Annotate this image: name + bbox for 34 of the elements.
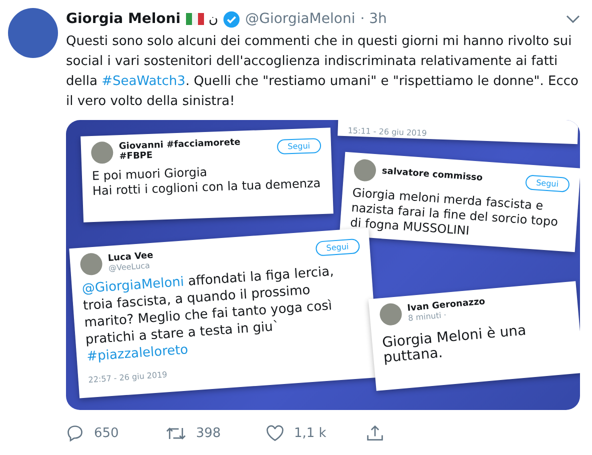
tweet-date: 22:57 - 26 giu 2019 [88, 370, 168, 385]
share-icon[interactable] [366, 424, 384, 442]
comment-text: Giorgia Meloni è una puttana. [382, 322, 528, 366]
avatar [90, 141, 114, 164]
user-name: Giovanni #facciamorete #FBPE [118, 136, 242, 162]
user-name: salvatore commisso [382, 166, 484, 186]
author-handle[interactable]: @GiorgiaMeloni [245, 11, 356, 27]
user-name: Luca Vee [108, 249, 155, 264]
user-handle: @VeeLuca [108, 260, 152, 272]
follow-button: Segui [276, 138, 322, 154]
heart-icon[interactable] [266, 424, 284, 442]
flag-icon [186, 13, 204, 25]
comment-text: E poi muori Giorgia Hai rotti i coglioni con la tua demenza [92, 164, 322, 199]
retweet-icon[interactable] [166, 424, 186, 442]
action-count: 1,1 k [294, 426, 326, 440]
avatar [378, 302, 403, 326]
image-collage[interactable] [66, 120, 580, 410]
reply-icon[interactable] [66, 424, 84, 442]
hashtag-link[interactable]: #SeaWatch3 [102, 74, 186, 89]
tweet-text: Questi sono solo alcuni dei commenti che in questi giorni mi hanno rivolto sui social i vari sostenitori dell'accoglienza indiscriminata relativamente ai fatti della #SeaWatch3. Quelli che "restiamo umani" e "rispettiamo le donne". Ecco il vero volto della sinistra! [66, 33, 580, 111]
avatar[interactable] [8, 8, 58, 58]
avatar [80, 252, 103, 276]
author-name[interactable]: Giorgia Meloni [66, 11, 181, 27]
author-emoji: ن [208, 12, 218, 26]
avatar [353, 158, 377, 182]
mention-link: @GiorgiaMeloni [81, 274, 184, 297]
action-count: 650 [94, 426, 119, 440]
action-count: 398 [196, 426, 221, 440]
chevron-icon[interactable] [566, 15, 580, 23]
verified-icon [223, 10, 240, 28]
tweet-time[interactable]: · 3h [360, 11, 387, 27]
tweet-date: 15:11 - 26 giu 2019 [348, 126, 427, 138]
follow-button: Segui [524, 174, 570, 192]
follow-button: Segui [314, 238, 360, 256]
